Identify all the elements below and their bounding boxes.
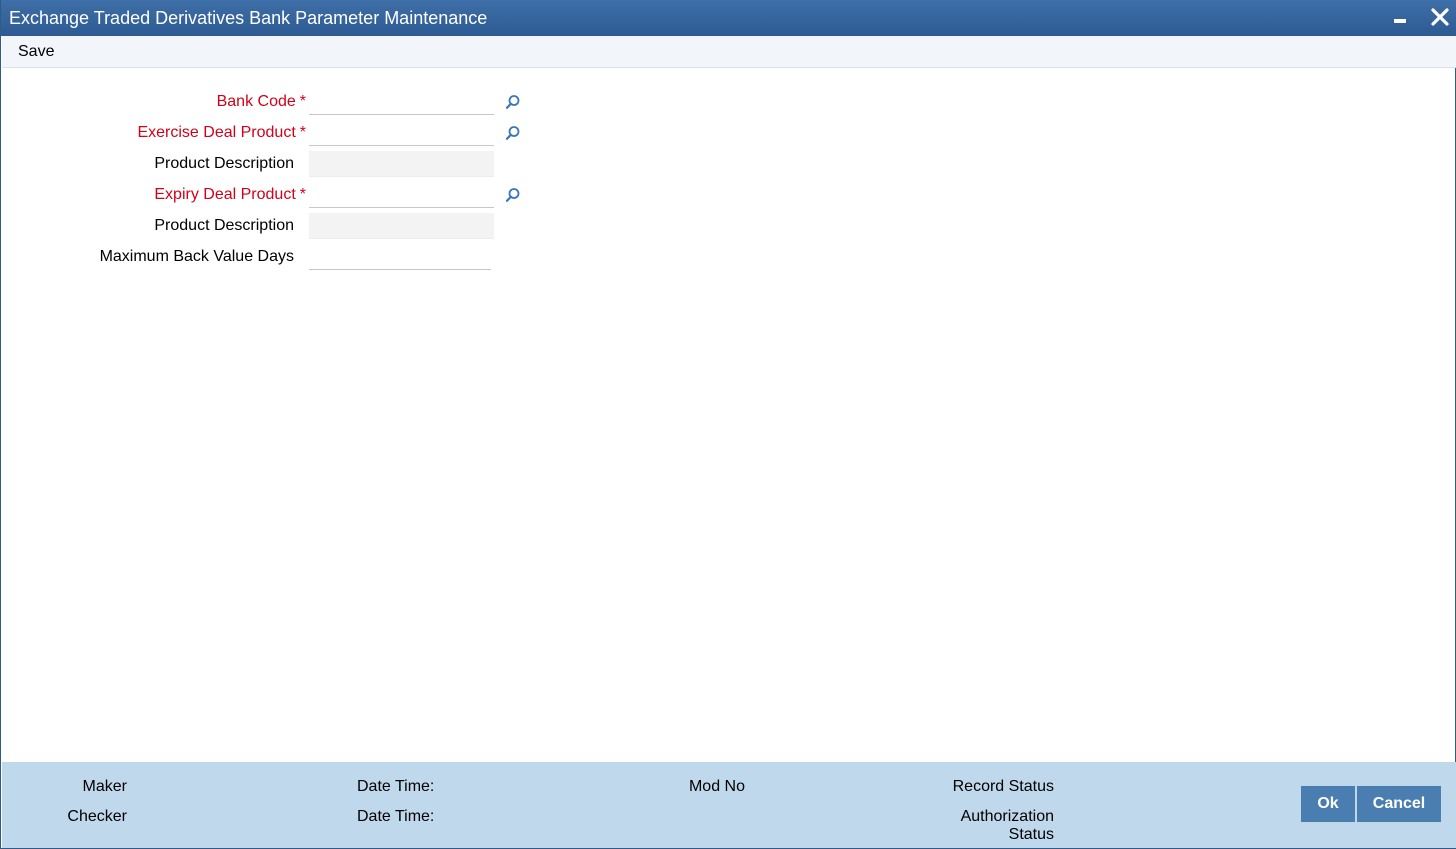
exercise-product-description-row: Product Description — [1, 151, 561, 177]
expiry-deal-product-search-icon[interactable] — [504, 186, 522, 204]
exercise-product-description-field — [309, 151, 494, 177]
expiry-product-description-label: Product Description — [154, 217, 294, 234]
max-back-value-days-row: Maximum Back Value Days — [1, 244, 561, 270]
title-bar: Exchange Traded Derivatives Bank Paramet… — [1, 0, 1456, 36]
exercise-product-description-label: Product Description — [154, 155, 294, 172]
max-back-value-days-label: Maximum Back Value Days — [99, 248, 294, 265]
cancel-button[interactable]: Cancel — [1357, 786, 1441, 822]
expiry-deal-product-label: Expiry Deal Product * — [154, 186, 306, 203]
toolbar: Save — [2, 36, 1456, 68]
record-status-label: Record Status — [952, 778, 1054, 795]
ok-button[interactable]: Ok — [1301, 786, 1355, 822]
expiry-deal-product-input[interactable] — [309, 182, 494, 208]
exercise-deal-product-label: Exercise Deal Product * — [137, 124, 306, 141]
bank-code-row: Bank Code * — [1, 89, 561, 115]
maker-label: Maker — [82, 778, 127, 795]
window-title: Exchange Traded Derivatives Bank Paramet… — [9, 8, 488, 28]
save-button[interactable]: Save — [18, 43, 54, 61]
expiry-product-description-row: Product Description — [1, 213, 561, 239]
checker-label: Checker — [67, 808, 127, 825]
checker-datetime-label: Date Time: — [357, 808, 435, 825]
audit-footer: Maker Checker Date Time: Date Time: Mod … — [2, 762, 1456, 848]
bank-code-input[interactable] — [309, 89, 494, 115]
close-icon[interactable] — [1429, 6, 1451, 28]
bank-code-label: Bank Code * — [216, 93, 306, 110]
expiry-product-description-field — [309, 213, 494, 239]
mod-no-label: Mod No — [688, 778, 745, 795]
exercise-deal-product-search-icon[interactable] — [504, 124, 522, 142]
exercise-deal-product-row: Exercise Deal Product * — [1, 120, 561, 146]
max-back-value-days-input[interactable] — [309, 244, 491, 270]
maintenance-window: Exchange Traded Derivatives Bank Paramet… — [0, 0, 1456, 849]
expiry-deal-product-row: Expiry Deal Product * — [1, 182, 561, 208]
exercise-deal-product-input[interactable] — [309, 120, 494, 146]
maker-datetime-label: Date Time: — [357, 778, 435, 795]
bank-code-search-icon[interactable] — [504, 93, 522, 111]
authorization-status-label-line1: Authorization — [960, 808, 1054, 825]
authorization-status-label-line2: Status — [1008, 826, 1054, 843]
minimize-icon[interactable] — [1390, 6, 1412, 28]
